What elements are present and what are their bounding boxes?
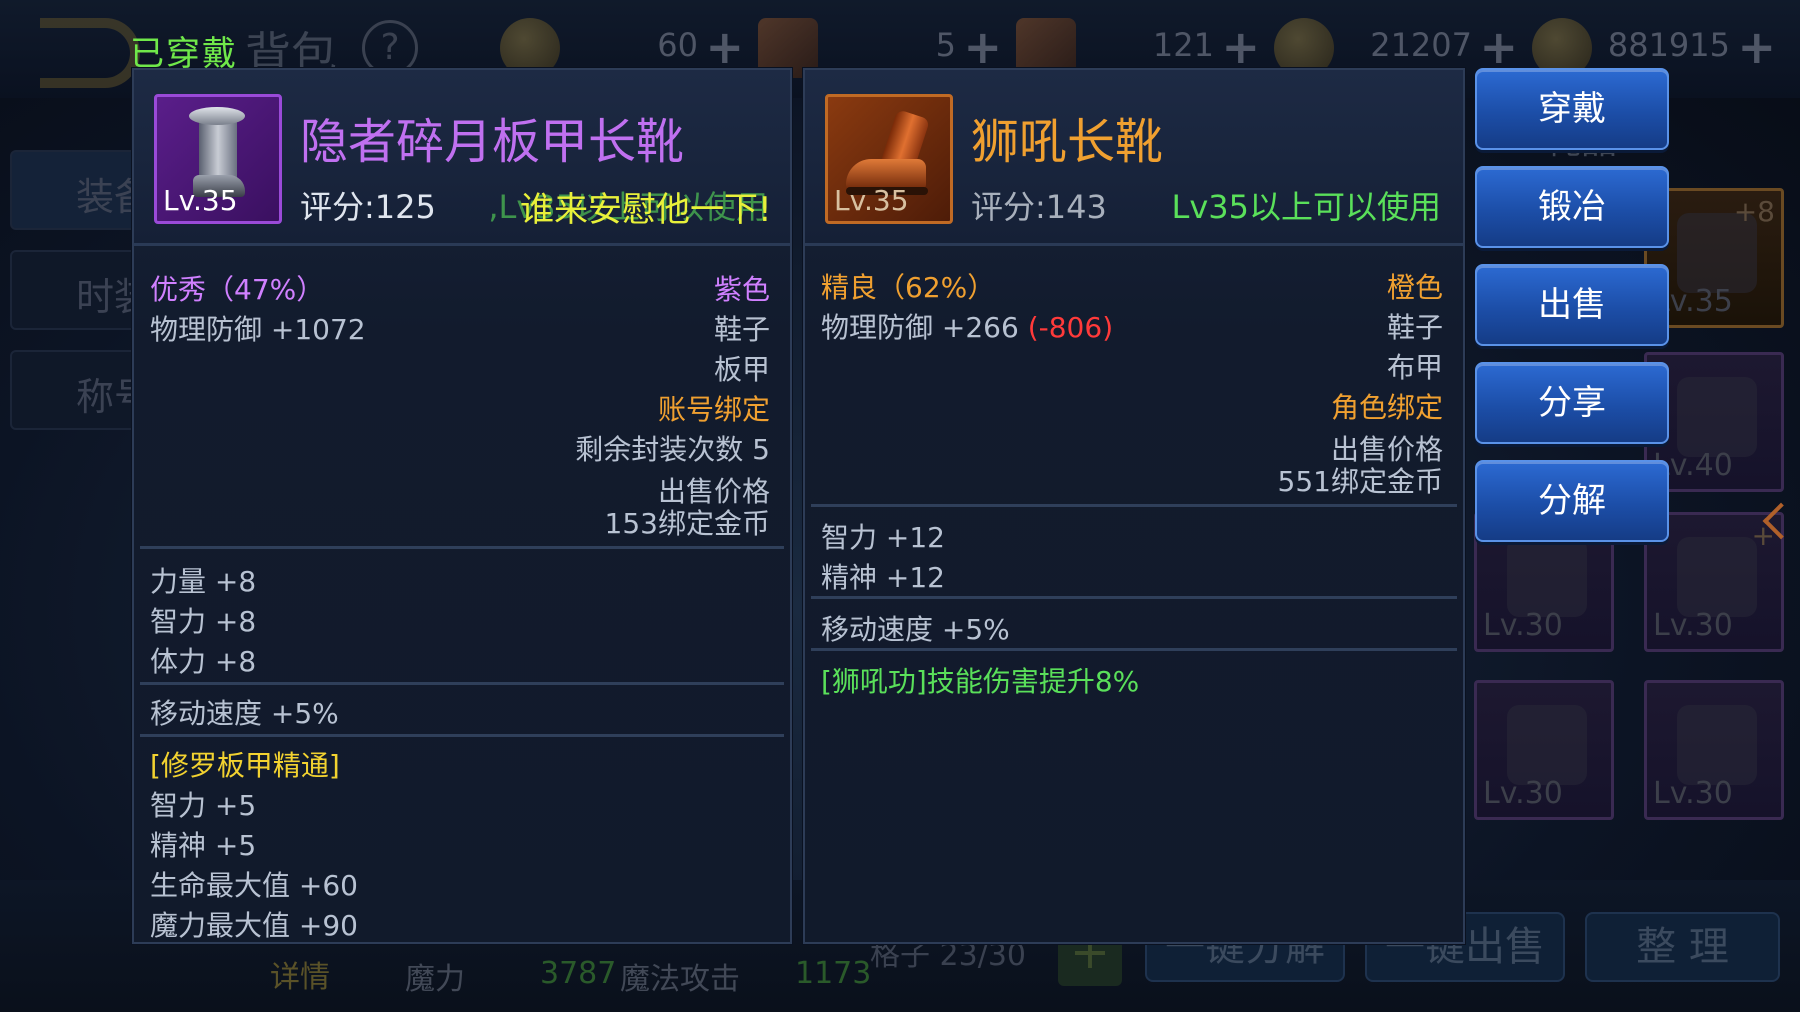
- attr-move-speed: 移动速度 +5%: [150, 697, 339, 730]
- item-color-grade: 橙色: [1386, 271, 1443, 304]
- attr-intelligence: 智力 +8: [150, 605, 257, 638]
- slot-level: Lv.30: [1483, 776, 1563, 811]
- attr-stamina: 体力 +8: [150, 645, 257, 678]
- item-art: [1507, 537, 1587, 617]
- item-requirement: Lv35以上可以使用: [1171, 188, 1442, 226]
- tab-equipment[interactable]: 装备: [10, 150, 140, 230]
- compare-item-tooltip: Lv.35 狮吼长靴 评分:143 Lv35以上可以使用 精良（62%） 橙色 …: [803, 68, 1465, 944]
- item-name: 隐者碎月板甲长靴: [300, 114, 685, 170]
- set-bonus-name: [修罗板甲精通]: [150, 749, 340, 782]
- item-name: 狮吼长靴: [971, 114, 1164, 170]
- add-currency-button[interactable]: +: [1737, 20, 1776, 74]
- item-seals-left: 剩余封装次数 5: [575, 433, 770, 466]
- set-attr-max-hp: 生命最大值 +60: [150, 869, 358, 902]
- add-currency-button[interactable]: +: [1479, 20, 1518, 74]
- item-score: 评分:143: [971, 188, 1107, 226]
- tab-title[interactable]: 称号: [10, 350, 140, 430]
- organize-button[interactable]: 整 理: [1585, 912, 1780, 982]
- attr-spirit: 精神 +12: [821, 561, 945, 594]
- item-level: Lv.35: [163, 184, 238, 217]
- item-armor-type: 板甲: [713, 353, 770, 386]
- divider: [140, 546, 784, 549]
- inventory-slot[interactable]: Lv.30: [1644, 680, 1784, 820]
- attr-intelligence: 智力 +12: [821, 521, 945, 554]
- tab-fashion[interactable]: 时装: [10, 250, 140, 330]
- item-binding: 角色绑定: [1330, 391, 1443, 424]
- equip-button[interactable]: 穿戴: [1475, 68, 1669, 150]
- item-art: [1677, 537, 1757, 617]
- divider: [811, 648, 1457, 651]
- slot-enhance: +8: [1733, 195, 1775, 228]
- sell-button[interactable]: 出售: [1475, 264, 1669, 346]
- divider: [140, 682, 784, 685]
- item-slot-type: 鞋子: [1386, 311, 1443, 344]
- stat-physical-defense: 物理防御 +1072: [150, 313, 366, 346]
- skill-bonus: [狮吼功]技能伤害提升8%: [821, 665, 1140, 698]
- item-quality: 优秀（47%）: [150, 273, 325, 306]
- divider: [811, 596, 1457, 599]
- add-currency-button[interactable]: +: [1221, 20, 1260, 74]
- chat-message: 谁来安慰他一下!: [520, 190, 772, 230]
- slot-level: Lv.30: [1653, 776, 1733, 811]
- item-slot-type: 鞋子: [713, 313, 770, 346]
- attr-move-speed: 移动速度 +5%: [821, 613, 1010, 646]
- currency-value: 881915: [1607, 26, 1730, 64]
- slot-level: Lv.30: [1483, 608, 1563, 643]
- item-quality: 精良（62%）: [821, 271, 996, 304]
- add-currency-button[interactable]: +: [963, 20, 1002, 74]
- item-art: [1677, 705, 1757, 785]
- set-attr-spirit: 精神 +5: [150, 829, 257, 862]
- item-art: [1677, 377, 1757, 457]
- item-art: [1507, 705, 1587, 785]
- tab-details[interactable]: 详情: [270, 952, 330, 996]
- item-icon-frame: Lv.35: [154, 94, 282, 224]
- sell-price: 153绑定金币: [604, 507, 770, 540]
- slot-level: Lv.30: [1653, 608, 1733, 643]
- add-currency-button[interactable]: +: [705, 20, 744, 74]
- item-level: Lv.35: [834, 184, 909, 217]
- inventory-slot[interactable]: Lv.30: [1474, 680, 1614, 820]
- divider: [140, 734, 784, 737]
- decompose-button[interactable]: 分解: [1475, 460, 1669, 542]
- item-binding: 账号绑定: [657, 393, 770, 426]
- set-attr-intelligence: 智力 +5: [150, 789, 257, 822]
- magic-attack-value: 1173: [795, 956, 872, 991]
- mana-label: 魔力: [405, 962, 465, 997]
- stat-physical-defense-row: 物理防御 +266 (-806): [821, 306, 1113, 346]
- currency-value: 5: [935, 26, 956, 64]
- set-attr-max-mp: 魔力最大值 +90: [150, 909, 358, 942]
- sell-price: 551绑定金币: [1277, 465, 1443, 498]
- item-score: 评分:125: [300, 188, 436, 226]
- attr-strength: 力量 +8: [150, 565, 257, 598]
- currency-value: 21207: [1370, 26, 1472, 64]
- equipped-label: 已穿戴: [130, 34, 238, 74]
- item-color-grade: 紫色: [713, 273, 770, 306]
- magic-attack-label: 魔法攻击: [620, 962, 740, 997]
- divider: [811, 504, 1457, 507]
- item-icon-frame: Lv.35: [825, 94, 953, 224]
- mana-value: 3787: [540, 956, 617, 991]
- item-armor-type: 布甲: [1386, 351, 1443, 384]
- currency-value: 60: [657, 26, 698, 64]
- currency-value: 121: [1152, 26, 1214, 64]
- back-arrow-icon[interactable]: [40, 18, 140, 88]
- tooltip-header: Lv.35 狮吼长靴 评分:143 Lv35以上可以使用: [805, 70, 1463, 246]
- forge-button[interactable]: 锻冶: [1475, 166, 1669, 248]
- stat-diff: (-806): [1027, 311, 1114, 344]
- share-button[interactable]: 分享: [1475, 362, 1669, 444]
- stat-physical-defense: 物理防御 +266: [821, 311, 1019, 344]
